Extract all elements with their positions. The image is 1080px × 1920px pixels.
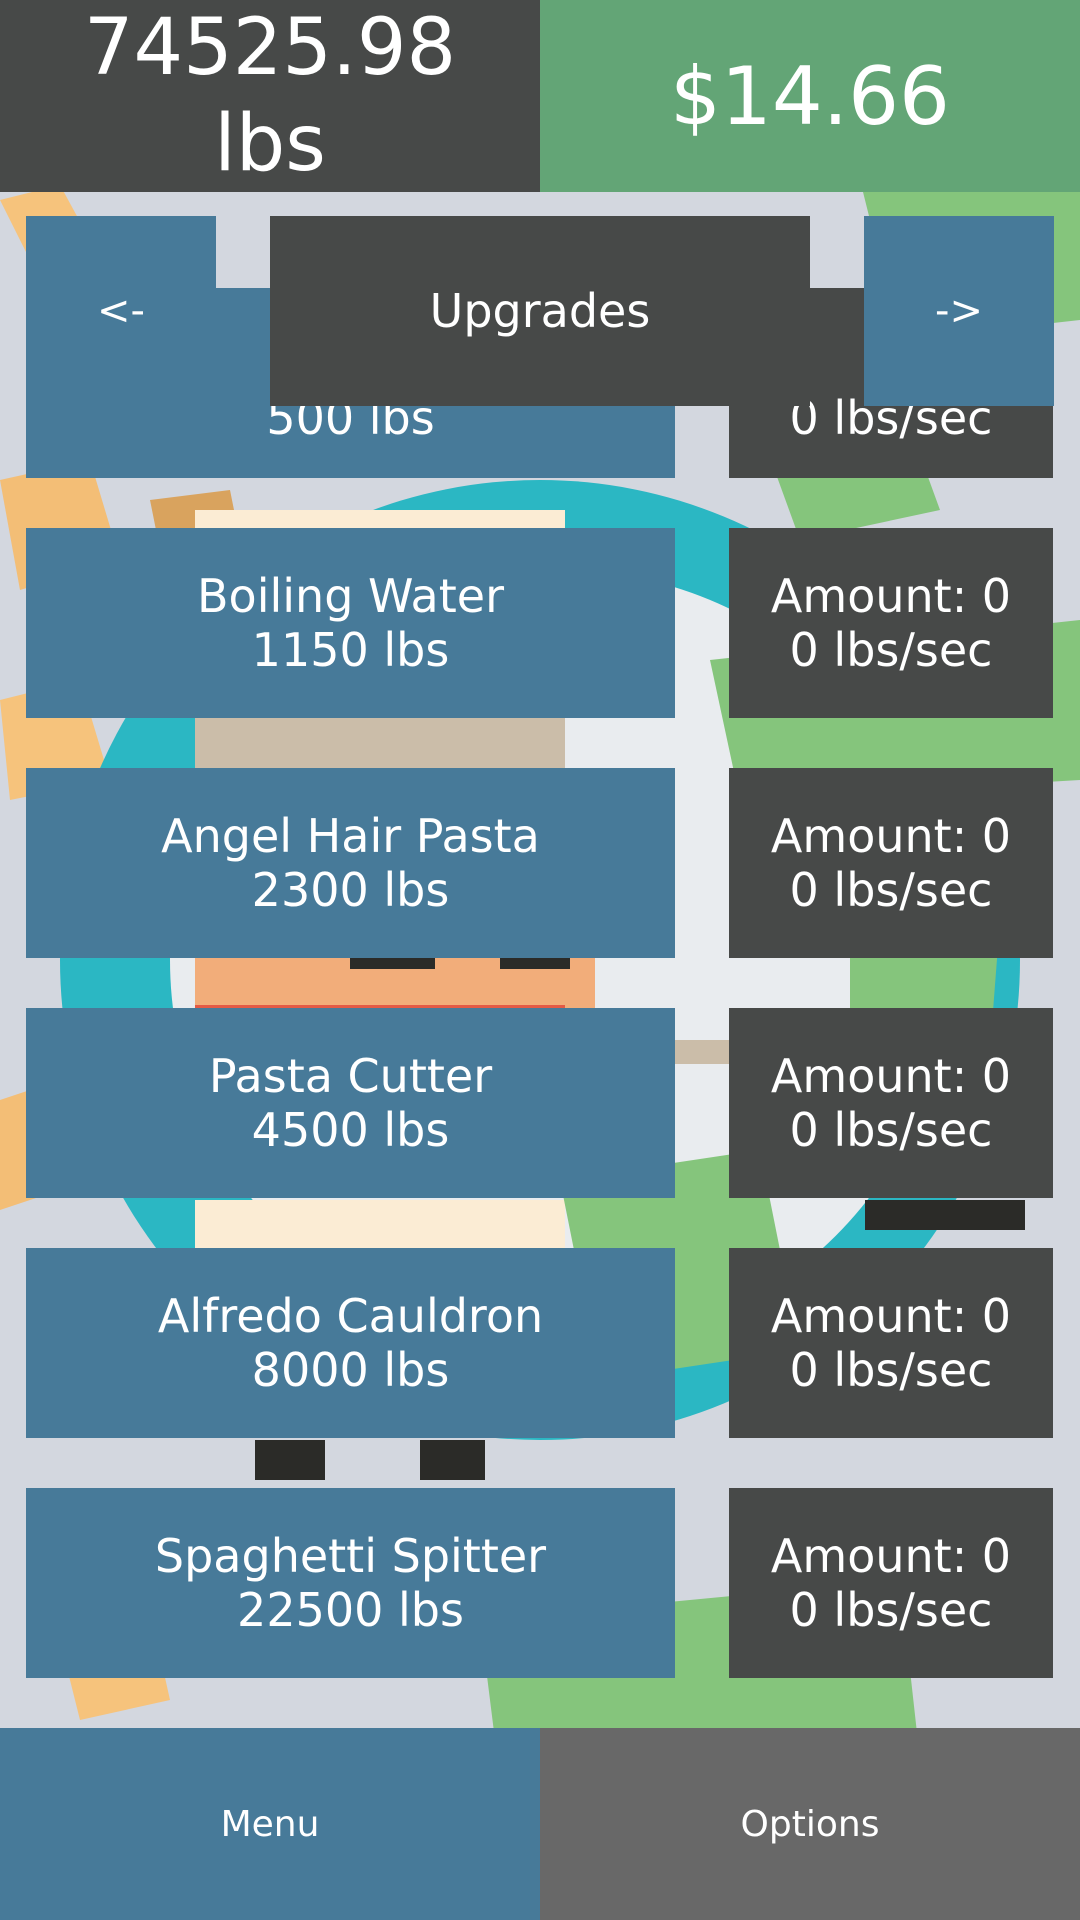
upgrade-name: Pasta Cutter: [208, 1049, 493, 1103]
prev-page-button[interactable]: <-: [26, 216, 216, 406]
upgrade-stats: Amount: 0 0 lbs/sec: [729, 528, 1053, 718]
upgrade-buy-button[interactable]: Boiling Water 1150 lbs: [26, 528, 675, 718]
upgrade-buy-button[interactable]: Pasta Cutter 4500 lbs: [26, 1008, 675, 1198]
upgrade-rate: 0 lbs/sec: [789, 863, 993, 917]
upgrade-buy-button[interactable]: Alfredo Cauldron 8000 lbs: [26, 1248, 675, 1438]
upgrade-amount: Amount: 0: [770, 809, 1012, 863]
upgrade-rate: 0 lbs/sec: [789, 623, 993, 677]
upgrade-name: Angel Hair Pasta: [161, 809, 540, 863]
upgrade-stats: Amount: 0 0 lbs/sec: [729, 768, 1053, 958]
upgrade-name: Boiling Water: [197, 569, 504, 623]
upgrade-rate: 0 lbs/sec: [789, 1343, 993, 1397]
options-button[interactable]: Options: [540, 1728, 1080, 1920]
upgrade-amount: Amount: 0: [770, 1529, 1012, 1583]
weight-unit: lbs: [214, 99, 326, 189]
upgrade-stats: Amount: 0 0 lbs/sec: [729, 1248, 1053, 1438]
upgrade-cost: 22500 lbs: [237, 1583, 464, 1637]
money-value: $14.66: [670, 49, 950, 143]
upgrade-name: Alfredo Cauldron: [157, 1289, 544, 1343]
upgrade-amount: Amount: 0: [770, 1289, 1012, 1343]
page-title: Upgrades: [270, 216, 810, 406]
next-page-label: ->: [935, 288, 983, 334]
weight-counter: 74525.98 lbs: [0, 0, 540, 192]
upgrade-name: Spaghetti Spitter: [154, 1529, 547, 1583]
page-title-label: Upgrades: [429, 284, 651, 338]
menu-label: Menu: [220, 1803, 320, 1845]
next-page-button[interactable]: ->: [864, 216, 1054, 406]
upgrade-rate: 0 lbs/sec: [789, 1103, 993, 1157]
upgrade-amount: Amount: 0: [770, 1049, 1012, 1103]
upgrade-stats: Amount: 0 0 lbs/sec: [729, 1488, 1053, 1678]
upgrade-amount: Amount: 0: [770, 569, 1012, 623]
options-label: Options: [740, 1803, 880, 1845]
upgrade-cost: 1150 lbs: [251, 623, 450, 677]
upgrade-stats: Amount: 0 0 lbs/sec: [729, 1008, 1053, 1198]
money-counter: $14.66: [540, 0, 1080, 192]
prev-page-label: <-: [97, 288, 145, 334]
upgrade-cost: 8000 lbs: [251, 1343, 450, 1397]
upgrade-buy-button[interactable]: Spaghetti Spitter 22500 lbs: [26, 1488, 675, 1678]
upgrade-buy-button[interactable]: Angel Hair Pasta 2300 lbs: [26, 768, 675, 958]
menu-button[interactable]: Menu: [0, 1728, 540, 1920]
upgrade-rate: 0 lbs/sec: [789, 1583, 993, 1637]
upgrade-cost: 2300 lbs: [251, 863, 450, 917]
upgrade-cost: 4500 lbs: [251, 1103, 450, 1157]
weight-value: 74525.98: [83, 3, 457, 93]
